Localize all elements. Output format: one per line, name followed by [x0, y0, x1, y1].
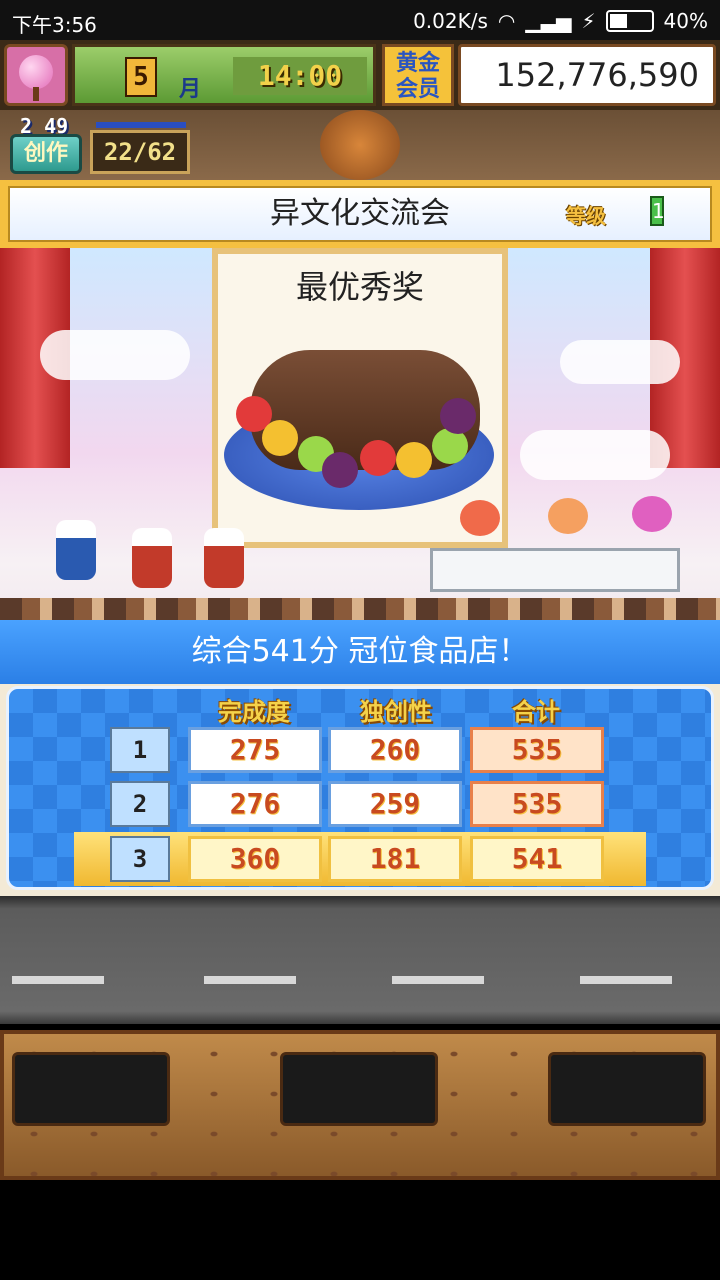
- column-header-total: 合计: [512, 698, 560, 726]
- tree-stem: [33, 87, 39, 101]
- award-title: 最优秀奖: [295, 268, 424, 306]
- money-display: 152,776,590 G: [458, 44, 716, 150]
- status-right: 0.02K/s ◠ ▁▃▅ ⚡ 40%: [413, 9, 708, 33]
- creation-progress-bar: [96, 122, 186, 128]
- judge-mascot: [548, 498, 588, 534]
- status-bar: 下午3:56 0.02K/s ◠ ▁▃▅ ⚡ 40%: [0, 0, 720, 40]
- wifi-icon: ◠: [497, 9, 516, 33]
- battery-icon: [605, 10, 654, 32]
- total-cell: 535: [470, 727, 604, 773]
- score-cell: 360: [188, 836, 322, 882]
- score-cell: 259: [328, 781, 462, 827]
- column-header-originality: 独创性: [360, 698, 432, 726]
- grade-value: 1: [650, 196, 665, 226]
- judge-mascot: [632, 496, 672, 532]
- chef-character: [56, 520, 96, 580]
- rank-3: 3: [110, 836, 170, 882]
- gold-member-badge[interactable]: 黄金 会员: [382, 44, 454, 106]
- lane-marking: [392, 976, 484, 984]
- judge-character: [132, 528, 172, 588]
- month-number: 5: [125, 57, 157, 97]
- gold-member-line2: 会员: [395, 77, 440, 102]
- pineapple-icon: [262, 420, 298, 456]
- event-title: 异文化交流会: [270, 196, 450, 231]
- score-cell: 276: [188, 781, 322, 827]
- create-button[interactable]: 创作: [10, 134, 82, 174]
- lane-marking: [204, 976, 296, 984]
- cotton-candy-icon: [19, 55, 53, 89]
- month-unit: 月: [179, 77, 202, 102]
- column-header-completion: 完成度: [218, 698, 290, 726]
- strawberry-icon: [360, 440, 396, 476]
- battery-percent: 40%: [663, 9, 708, 33]
- rank-2: 2: [110, 781, 170, 827]
- grade-label: 等级: [566, 204, 606, 228]
- signal-icon: ▁▃▅: [525, 9, 572, 33]
- roof-emblem: [320, 110, 400, 180]
- network-speed: 0.02K/s: [413, 9, 488, 33]
- score-cell: 181: [328, 836, 462, 882]
- judge-character: [204, 528, 244, 588]
- lane-marking: [12, 976, 104, 984]
- berry-icon: [440, 398, 476, 434]
- pineapple-icon: [396, 442, 432, 478]
- cloud: [40, 330, 190, 380]
- cloud: [520, 430, 670, 480]
- result-summary: 综合541分 冠位食品店！: [0, 620, 720, 684]
- menu-slot[interactable]: [12, 1052, 170, 1126]
- score-cell: 260: [328, 727, 462, 773]
- game-clock: 14:00: [233, 57, 367, 95]
- gold-member-line1: 黄金: [395, 51, 440, 76]
- berry-icon: [322, 452, 358, 488]
- menu-slot[interactable]: [548, 1052, 706, 1126]
- menu-slot[interactable]: [280, 1052, 438, 1126]
- audience-crowd: [0, 598, 720, 622]
- rank-1: 1: [110, 727, 170, 773]
- judge-mascot: [460, 500, 500, 536]
- lane-marking: [580, 976, 672, 984]
- charging-icon: ⚡: [581, 9, 596, 33]
- status-time: 下午3:56: [12, 13, 97, 37]
- total-cell: 541: [470, 836, 604, 882]
- date-panel: 5 月 14:00: [72, 44, 376, 106]
- judges-table: [430, 548, 680, 592]
- menu-tree-icon[interactable]: [4, 44, 68, 106]
- score-cell: 275: [188, 727, 322, 773]
- cloud: [560, 340, 680, 384]
- total-cell: 535: [470, 781, 604, 827]
- street: [0, 896, 720, 1024]
- creation-count: 22/62: [90, 130, 190, 174]
